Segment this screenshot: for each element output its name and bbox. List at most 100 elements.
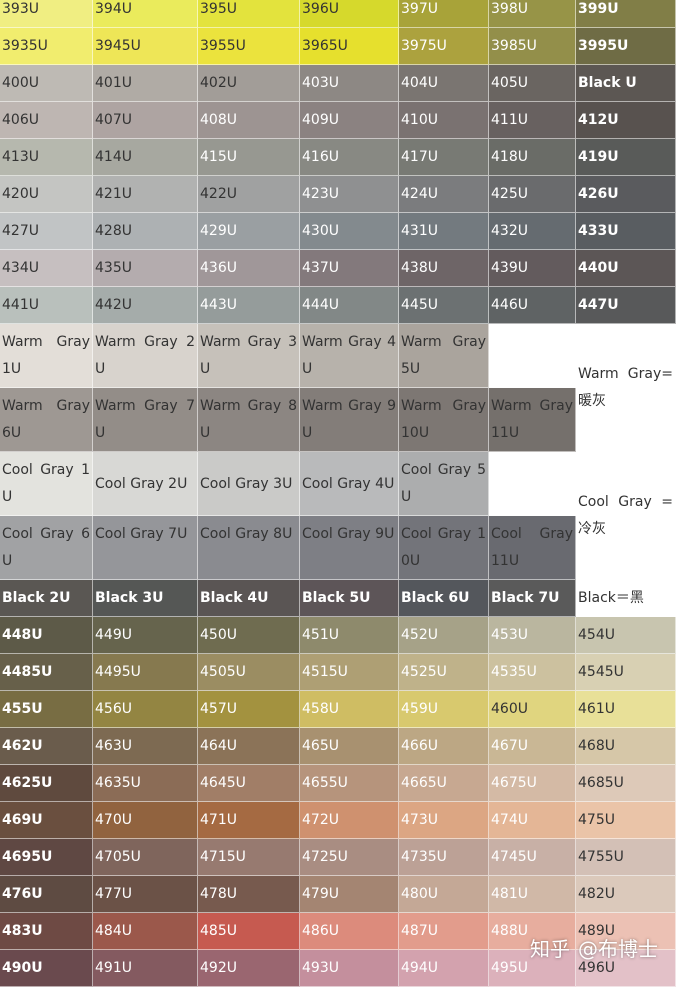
swatch-cell: 4505U [198,654,300,691]
swatch-cell: 426U [576,176,676,213]
swatch-cell: Warm Gray 6U [0,388,93,452]
swatch-cell: 438U [399,250,489,287]
swatch-cell: 406U [0,102,93,139]
swatch-cell: 403U [300,65,399,102]
swatch-cell: 4725U [300,839,399,876]
swatch-cell: 440U [576,250,676,287]
swatch-cell: 478U [198,876,300,913]
swatch-cell: 419U [576,139,676,176]
swatch-cell: 3935U [0,28,93,65]
swatch-cell: Cool Gray 3U [198,452,300,516]
swatch-cell: Cool Gray 2U [93,452,198,516]
swatch-cell: 432U [489,213,576,250]
swatch-cell: 409U [300,102,399,139]
swatch-cell: 469U [0,802,93,839]
swatch-cell: 481U [489,876,576,913]
swatch-cell: 4625U [0,765,93,802]
swatch-cell: 427U [0,213,93,250]
swatch-cell: 417U [399,139,489,176]
swatch-cell: 484U [93,913,198,950]
swatch-cell: 411U [489,102,576,139]
swatch-cell: Cool Gray 8U [198,516,300,580]
swatch-cell: Cool Gray 5U [399,452,489,516]
swatch-cell: 400U [0,65,93,102]
swatch-cell: Black 6U [399,580,489,617]
swatch-cell: Cool Gray 11U [489,516,576,580]
swatch-label: Cool Gray =冷灰 [578,493,673,537]
swatch-cell: 402U [198,65,300,102]
swatch-cell: 454U [576,617,676,654]
swatch-cell: 482U [576,876,676,913]
swatch-cell: 435U [93,250,198,287]
swatch-cell: 405U [489,65,576,102]
swatch-cell: 439U [489,250,576,287]
swatch-cell: 472U [300,802,399,839]
swatch-cell: 464U [198,728,300,765]
swatch-cell: 4735U [399,839,489,876]
swatch-cell: Warm Gray 2U [93,324,198,388]
swatch-cell: Warm Gray 5U [399,324,489,388]
swatch-cell: Cool Gray 7U [93,516,198,580]
swatch-cell: 476U [0,876,93,913]
swatch-cell: 3945U [93,28,198,65]
swatch-cell: 415U [198,139,300,176]
swatch-cell: 394U [93,0,198,28]
swatch-cell: 4485U [0,654,93,691]
swatch-cell: 408U [198,102,300,139]
swatch-cell: 441U [0,287,93,324]
swatch-cell [489,324,576,388]
swatch-cell: Cool Gray 6U [0,516,93,580]
swatch-cell: 4755U [576,839,676,876]
swatch-cell: 4685U [576,765,676,802]
swatch-cell: 460U [489,691,576,728]
swatch-cell: 414U [93,139,198,176]
swatch-cell: Warm Gray 7U [93,388,198,452]
swatch-cell: 436U [198,250,300,287]
swatch-cell: 448U [0,617,93,654]
swatch-cell: 483U [0,913,93,950]
swatch-cell: 421U [93,176,198,213]
swatch-cell: 413U [0,139,93,176]
swatch-cell: 475U [576,802,676,839]
swatch-cell: 393U [0,0,93,28]
swatch-cell: 3955U [198,28,300,65]
swatch-cell: Warm Gray 9U [300,388,399,452]
swatch-cell: 453U [489,617,576,654]
swatch-cell: 434U [0,250,93,287]
swatch-cell: 4525U [399,654,489,691]
swatch-cell: 4695U [0,839,93,876]
swatch-cell: 424U [399,176,489,213]
swatch-cell: 485U [198,913,300,950]
swatch-cell: 401U [93,65,198,102]
swatch-cell: 3965U [300,28,399,65]
swatch-cell: Black 3U [93,580,198,617]
swatch-cell: 429U [198,213,300,250]
swatch-cell: 399U [576,0,676,28]
swatch-cell: Warm Gray 3U [198,324,300,388]
swatch-cell: Cool Gray 9U [300,516,399,580]
swatch-cell: Black 5U [300,580,399,617]
swatch-cell: 452U [399,617,489,654]
swatch-cell: 4635U [93,765,198,802]
swatch-cell: 456U [93,691,198,728]
swatch-cell: 4655U [300,765,399,802]
swatch-cell: 4645U [198,765,300,802]
swatch-cell: 463U [93,728,198,765]
swatch-cell: 416U [300,139,399,176]
swatch-cell: 423U [300,176,399,213]
swatch-cell: 4715U [198,839,300,876]
swatch-cell: 451U [300,617,399,654]
swatch-cell: 458U [300,691,399,728]
swatch-cell: Black U [576,65,676,102]
swatch-cell: 395U [198,0,300,28]
swatch-cell: 447U [576,287,676,324]
swatch-cell: 462U [0,728,93,765]
swatch-cell: Warm Gray=暖灰 [576,324,676,452]
swatch-cell: 446U [489,287,576,324]
swatch-cell: Black＝黑 [576,580,676,617]
swatch-cell: Cool Gray 1U [0,452,93,516]
swatch-cell: 4495U [93,654,198,691]
swatch-cell: 491U [93,950,198,987]
swatch-cell: 4535U [489,654,576,691]
swatch-cell: 418U [489,139,576,176]
